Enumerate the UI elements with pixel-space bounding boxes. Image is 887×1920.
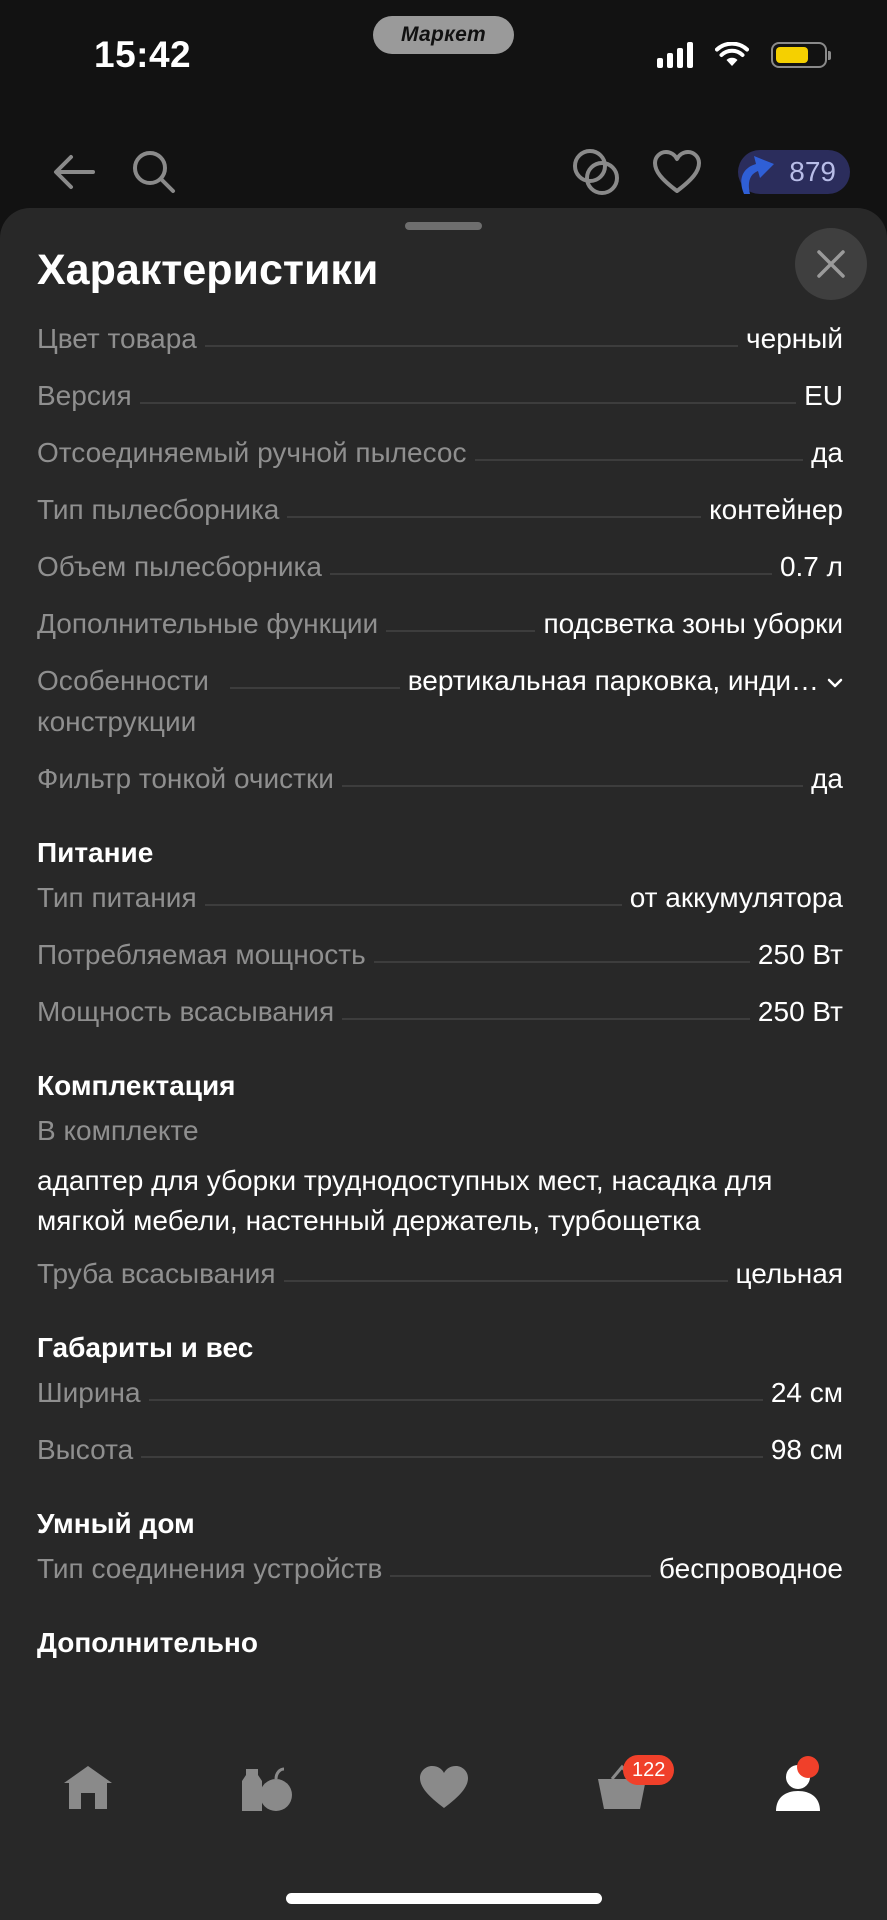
section-title: Габариты и вес <box>37 1332 254 1363</box>
status-bar: 15:42 Маркет <box>0 0 887 120</box>
compare-icon <box>573 149 619 195</box>
spec-row-version: Версия EU <box>37 375 843 432</box>
spec-row-color: Цвет товара черный <box>37 318 843 375</box>
spec-label: Тип соединения устройств <box>37 1553 383 1584</box>
spec-value: 24 см <box>770 1377 843 1408</box>
spec-value: контейнер <box>709 494 843 525</box>
spec-label: Объем пылесборника <box>37 551 322 582</box>
search-icon <box>133 151 175 193</box>
spec-row-suction-tube: Труба всасывания цельная <box>37 1253 843 1310</box>
spec-row-suction-power: Мощность всасывания 250 Вт <box>37 991 843 1048</box>
spec-row-fine-filter: Фильтр тонкой очистки да <box>37 758 843 815</box>
system-icons <box>657 42 831 68</box>
section-title: Питание <box>37 837 154 868</box>
tab-home[interactable] <box>58 1757 118 1817</box>
spec-row-detachable: Отсоединяемый ручной пылесос да <box>37 432 843 489</box>
spec-label: Потребляемая мощность <box>37 939 366 970</box>
specs-list: Цвет товара черный Версия EU Отсоединяем… <box>37 318 843 1667</box>
spec-value: да <box>811 763 843 794</box>
power-section: Питание Тип питания от аккумулятора Потр… <box>37 835 843 1048</box>
spec-label: Цвет товара <box>37 323 197 354</box>
battery-level <box>776 47 809 63</box>
close-icon <box>817 250 845 278</box>
spec-value: 0.7 л <box>779 551 843 582</box>
cashback-arrow-icon <box>741 156 774 194</box>
section-title: Дополнительно <box>37 1627 258 1658</box>
spec-value: черный <box>746 323 843 354</box>
section-title: Комплектация <box>37 1070 236 1101</box>
spec-value-expandable[interactable]: вертикальная парковка, инди… <box>408 660 843 701</box>
home-indicator <box>286 1893 602 1904</box>
wifi-icon <box>715 42 749 66</box>
spec-row-connection-type: Тип соединения устройств беспроводное <box>37 1548 843 1605</box>
spec-label: Высота <box>37 1434 134 1465</box>
spec-value: 250 Вт <box>757 996 843 1027</box>
spec-row-height: Высота 98 см <box>37 1429 843 1486</box>
spec-value: цельная <box>735 1258 844 1289</box>
specs-sheet: Характеристики Цвет товара черный Версия… <box>0 208 887 1920</box>
spec-row-width: Ширина 24 см <box>37 1372 843 1429</box>
spec-row-extra-functions: Дополнительные функции подсветка зоны уб… <box>37 603 843 660</box>
spec-row-dust-container-type: Тип пылесборника контейнер <box>37 489 843 546</box>
spec-row-design-features[interactable]: Особенности конструкции вертикальная пар… <box>37 660 843 758</box>
home-icon <box>64 1766 112 1809</box>
included-label: В комплекте <box>37 1115 199 1146</box>
spec-label: Дополнительные функции <box>37 608 379 639</box>
app-badge: Маркет <box>373 16 514 54</box>
spec-value: вертикальная парковка, инди… <box>407 665 819 696</box>
notification-dot <box>797 1756 819 1778</box>
spec-label: Версия <box>37 380 132 411</box>
spec-value: беспроводное <box>658 1553 843 1584</box>
tab-favorites[interactable] <box>414 1757 474 1817</box>
spec-label: Ширина <box>37 1377 141 1408</box>
spec-row-power-consumption: Потребляемая мощность 250 Вт <box>37 934 843 991</box>
spec-label: Тип питания <box>37 882 197 913</box>
spec-value: да <box>811 437 843 468</box>
spec-label: Отсоединяемый ручной пылесос <box>37 437 467 468</box>
arrow-left-icon <box>54 155 95 189</box>
spec-label: Фильтр тонкой очистки <box>37 763 334 794</box>
heart-icon <box>420 1766 468 1808</box>
back-button[interactable] <box>48 146 100 198</box>
spec-value: от аккумулятора <box>629 882 843 913</box>
spec-value: 250 Вт <box>757 939 843 970</box>
chevron-down-icon <box>827 678 843 687</box>
battery-icon <box>771 42 831 68</box>
spec-row-power-type: Тип питания от аккумулятора <box>37 877 843 934</box>
smart-home-section: Умный дом Тип соединения устройств беспр… <box>37 1506 843 1605</box>
cellular-signal-icon <box>657 42 693 68</box>
groceries-icon <box>242 1767 292 1811</box>
sheet-grabber[interactable] <box>405 222 482 230</box>
spec-value: 98 см <box>770 1434 843 1465</box>
spec-value: подсветка зоны уборки <box>543 608 843 639</box>
cart-count-badge: 122 <box>623 1755 675 1785</box>
close-button[interactable] <box>795 228 867 300</box>
status-time: 15:42 <box>94 34 192 75</box>
top-navigation: 879 <box>0 120 887 220</box>
sheet-title: Характеристики <box>37 246 379 294</box>
dimensions-section: Габариты и вес Ширина 24 см Высота 98 см <box>37 1330 843 1486</box>
compare-button[interactable] <box>570 146 622 198</box>
search-button[interactable] <box>128 146 180 198</box>
general-specs: Цвет товара черный Версия EU Отсоединяем… <box>37 318 843 815</box>
favorite-button[interactable] <box>651 146 703 198</box>
spec-value: EU <box>804 380 843 411</box>
cashback-points-button[interactable]: 879 <box>738 150 850 194</box>
heart-outline-icon <box>653 150 701 193</box>
tab-catalog[interactable] <box>236 1757 296 1817</box>
spec-label: Тип пылесборника <box>37 494 280 525</box>
extra-section: Дополнительно <box>37 1625 843 1661</box>
section-title: Умный дом <box>37 1508 195 1539</box>
spec-label: Особенности конструкции <box>37 665 209 737</box>
bottom-tab-bar: 122 <box>0 1727 887 1920</box>
cashback-value: 879 <box>789 156 836 187</box>
spec-label: Труба всасывания <box>37 1258 276 1289</box>
spec-row-dust-volume: Объем пылесборника 0.7 л <box>37 546 843 603</box>
spec-label: Мощность всасывания <box>37 996 335 1027</box>
package-section: Комплектация В комплекте адаптер для убо… <box>37 1068 843 1310</box>
included-value: адаптер для уборки труднодоступных мест,… <box>37 1165 773 1236</box>
